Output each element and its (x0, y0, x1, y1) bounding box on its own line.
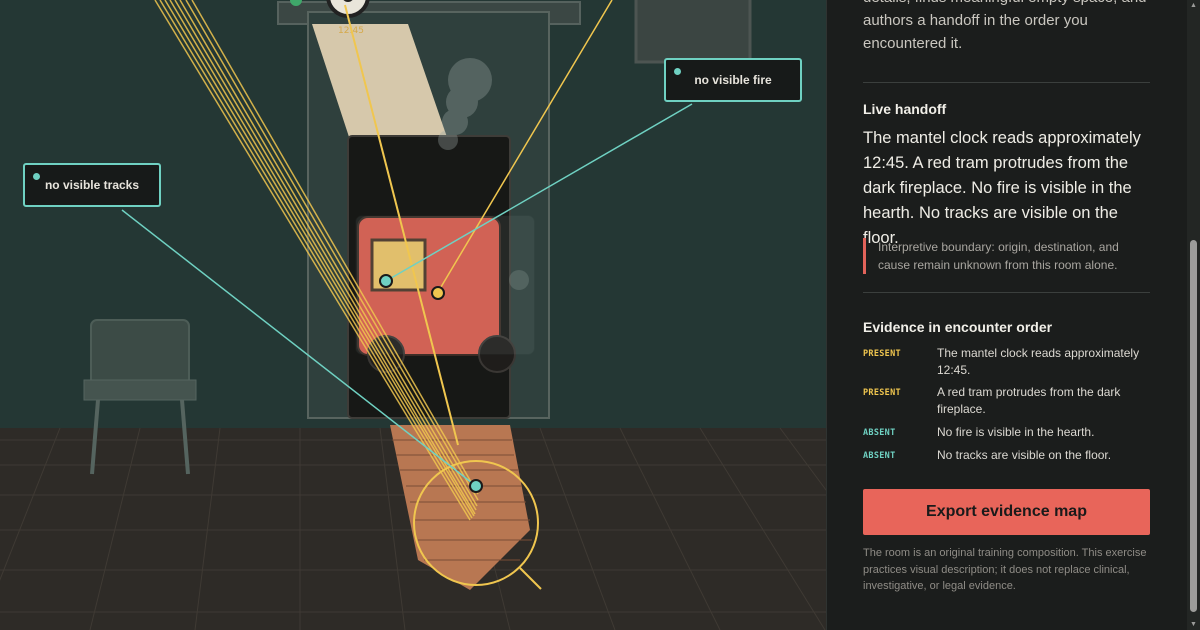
footnote: The room is an original training composi… (863, 547, 1147, 592)
callout-no-visible-fire[interactable]: no visible fire (664, 58, 802, 102)
callout-label: no visible fire (694, 73, 772, 87)
fire-marker[interactable] (379, 274, 393, 288)
callout-dot (33, 173, 40, 180)
tracks-marker[interactable] (469, 479, 483, 493)
callout-no-visible-tracks[interactable]: no visible tracks (23, 163, 161, 207)
scroll-down-icon[interactable]: ▼ (1190, 621, 1197, 628)
tram-marker[interactable] (431, 286, 445, 300)
picture-frame (634, 0, 752, 64)
evidence-text: No fire is visible in the hearth. (937, 425, 1095, 439)
interpretive-boundary-note: Interpretive boundary: origin, destinati… (863, 238, 1150, 274)
evidence-item[interactable]: ABSENT No tracks are visible on the floo… (863, 447, 1153, 465)
evidence-tag: ABSENT (863, 451, 896, 461)
tram-detail (509, 270, 529, 290)
evidence-item[interactable]: PRESENT A red tram protrudes from the da… (863, 384, 1153, 417)
export-evidence-map-button[interactable]: Export evidence map (863, 489, 1150, 535)
evidence-tag: PRESENT (863, 388, 901, 398)
handoff-panel: details, finds meaningful empty space, a… (826, 0, 1200, 630)
intro-text: details, finds meaningful empty space, a… (863, 0, 1147, 52)
evidence-scene[interactable]: 12:45 no visible fire no visible track (0, 0, 826, 630)
evidence-text: A red tram protrudes from the dark firep… (937, 385, 1121, 416)
evidence-tag: PRESENT (863, 349, 901, 359)
divider (863, 82, 1150, 83)
live-handoff-heading: Live handoff (863, 101, 947, 117)
evidence-item[interactable]: ABSENT No fire is visible in the hearth. (863, 424, 1153, 442)
evidence-text: No tracks are visible on the floor. (937, 448, 1112, 462)
divider (863, 292, 1150, 293)
evidence-item[interactable]: PRESENT The mantel clock reads approxima… (863, 345, 1153, 378)
evidence-tag: ABSENT (863, 428, 896, 438)
evidence-heading: Evidence in encounter order (863, 319, 1053, 335)
evidence-text: The mantel clock reads approximately 12:… (937, 346, 1140, 377)
callout-label: no visible tracks (44, 178, 140, 192)
scroll-up-icon[interactable]: ▲ (1190, 2, 1197, 9)
scrollbar-thumb[interactable] (1190, 240, 1197, 612)
panel-scrollbar[interactable]: ▲ ▼ (1187, 0, 1200, 630)
live-handoff-text: The mantel clock reads approximately 12:… (863, 129, 1141, 247)
callout-dot (674, 68, 681, 75)
